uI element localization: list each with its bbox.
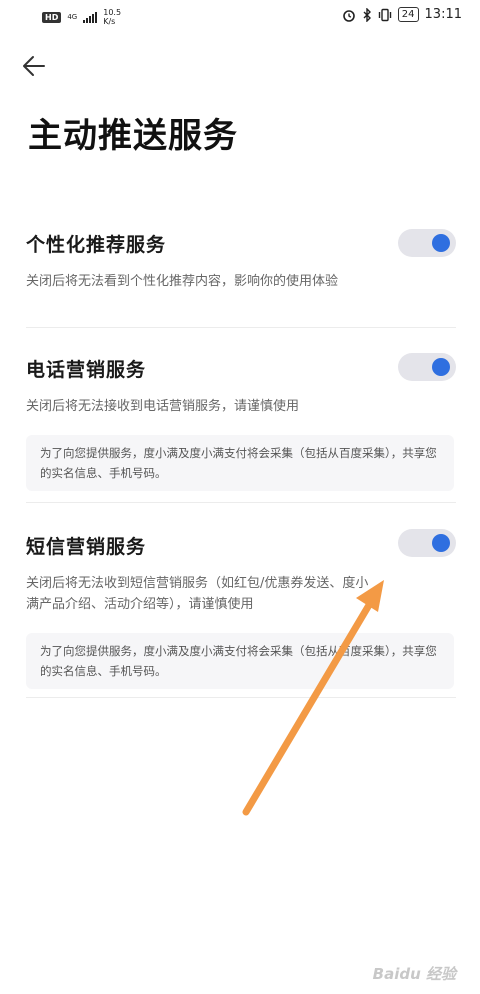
toggle-knob xyxy=(432,234,450,252)
status-bar: HD 4G 10.5 K/s 24 13:11 xyxy=(0,0,480,34)
back-arrow-icon xyxy=(23,56,45,76)
phone-marketing-toggle[interactable] xyxy=(398,353,456,381)
service-personalized: 个性化推荐服务 关闭后将无法看到个性化推荐内容，影响你的使用体验 xyxy=(26,230,456,292)
service-description: 关闭后将无法收到短信营销服务（如红包/优惠券发送、度小满产品介绍、活动介绍等），… xyxy=(26,576,369,612)
speed-unit: K/s xyxy=(103,17,116,26)
vibrate-icon xyxy=(378,8,391,21)
page-title: 主动推送服务 xyxy=(28,116,238,156)
status-time: 13:11 xyxy=(424,7,462,22)
watermark: Baidu 经验 xyxy=(372,965,456,983)
speed-value: 10.5 xyxy=(103,8,122,17)
toggle-knob xyxy=(432,534,450,552)
status-left: HD 4G 10.5 K/s xyxy=(42,8,121,26)
divider xyxy=(26,327,456,328)
service-description: 关闭后将无法接收到电话营销服务，请谨慎使用 xyxy=(26,399,300,414)
battery-indicator: 24 xyxy=(397,7,419,22)
service-phone-marketing: 电话营销服务 关闭后将无法接收到电话营销服务，请谨慎使用 为了向您提供服务，度小… xyxy=(26,355,456,491)
network-type: 4G xyxy=(67,12,78,21)
network-speed: 10.5 K/s xyxy=(103,8,121,26)
service-sms-marketing: 短信营销服务 关闭后将无法收到短信营销服务（如红包/优惠券发送、度小满产品介绍、… xyxy=(26,532,456,689)
divider xyxy=(26,697,456,698)
status-right: 24 13:11 xyxy=(342,7,462,22)
back-button[interactable] xyxy=(20,52,48,80)
hd-badge: HD xyxy=(42,11,62,23)
toggle-knob xyxy=(432,358,450,376)
signal-icon xyxy=(83,11,98,23)
alarm-icon xyxy=(342,9,355,22)
privacy-note: 为了向您提供服务，度小满及度小满支付将会采集（包括从百度采集），共享您的实名信息… xyxy=(26,435,454,491)
bluetooth-icon xyxy=(363,7,371,22)
privacy-note: 为了向您提供服务，度小满及度小满支付将会采集（包括从百度采集），共享您的实名信息… xyxy=(26,633,454,689)
service-description: 关闭后将无法看到个性化推荐内容，影响你的使用体验 xyxy=(26,274,339,289)
sms-marketing-toggle[interactable] xyxy=(398,529,456,557)
service-title: 短信营销服务 xyxy=(26,536,147,558)
service-title: 个性化推荐服务 xyxy=(26,234,167,256)
personalized-toggle[interactable] xyxy=(398,229,456,257)
service-title: 电话营销服务 xyxy=(26,359,147,381)
divider xyxy=(26,502,456,503)
